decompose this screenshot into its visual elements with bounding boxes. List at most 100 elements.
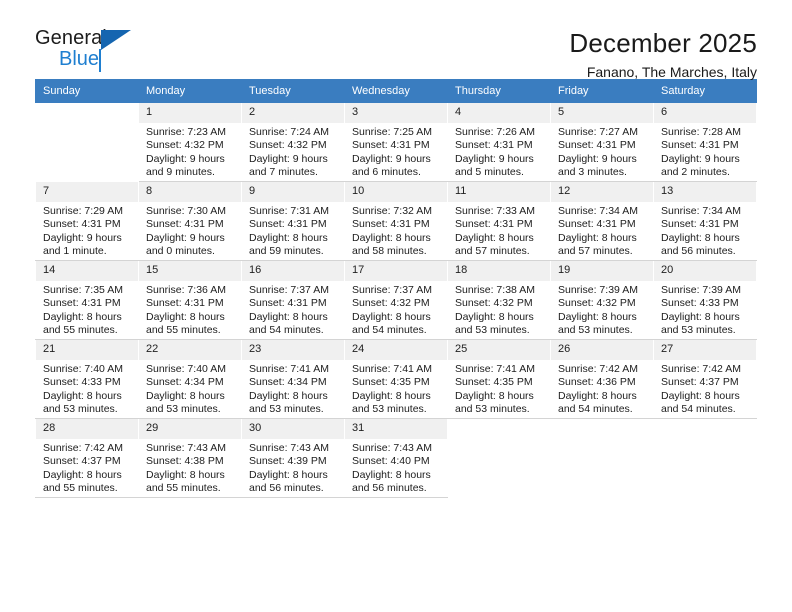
- day-detail-line: Daylight: 9 hours: [43, 231, 122, 244]
- calendar-day-cell[interactable]: 4 Sunrise: 7:26 AM Sunset: 4:31 PM Daylight…: [447, 102, 551, 182]
- day-detail-line: Sunrise: 7:27 AM: [558, 126, 638, 138]
- day-detail-line: and 53 minutes.: [249, 403, 324, 416]
- day-details: Sunrise: 7:33 AM Sunset: 4:31 PM Daylight:…: [448, 202, 550, 259]
- day-detail-line: Daylight: 8 hours: [558, 231, 637, 244]
- day-details: Sunrise: 7:25 AM Sunset: 4:31 PM Daylight:…: [345, 123, 447, 180]
- calendar-day-cell[interactable]: 12 Sunrise: 7:34 AM Sunset: 4:31 PM Dayligh…: [550, 181, 654, 261]
- day-detail-line: Sunset: 4:33 PM: [661, 297, 739, 310]
- day-detail-line: Sunset: 4:31 PM: [146, 218, 224, 231]
- calendar-day-cell[interactable]: 3 Sunrise: 7:25 AM Sunset: 4:31 PM Daylight…: [344, 102, 448, 182]
- day-details: Sunrise: 7:34 AM Sunset: 4:31 PM Daylight:…: [551, 202, 653, 259]
- day-detail-line: Sunrise: 7:39 AM: [661, 284, 741, 296]
- day-detail-line: Sunrise: 7:39 AM: [558, 284, 638, 296]
- calendar-day-cell[interactable]: 22 Sunrise: 7:40 AM Sunset: 4:34 PM Dayligh…: [138, 339, 242, 419]
- day-detail-line: and 2 minutes.: [661, 166, 730, 179]
- calendar-day-cell[interactable]: 16 Sunrise: 7:37 AM Sunset: 4:31 PM Dayligh…: [241, 260, 345, 340]
- calendar-day-cell[interactable]: 20 Sunrise: 7:39 AM Sunset: 4:33 PM Dayligh…: [653, 260, 757, 340]
- calendar-day-cell[interactable]: 29 Sunrise: 7:43 AM Sunset: 4:38 PM Dayligh…: [138, 418, 242, 498]
- calendar-day-cell[interactable]: 19 Sunrise: 7:39 AM Sunset: 4:32 PM Dayligh…: [550, 260, 654, 340]
- day-detail-line: Sunset: 4:36 PM: [558, 376, 636, 389]
- day-detail-line: Sunset: 4:31 PM: [249, 297, 327, 310]
- day-detail-line: and 59 minutes.: [249, 245, 324, 258]
- calendar-day-cell[interactable]: 7 Sunrise: 7:29 AM Sunset: 4:31 PM Daylight…: [35, 181, 139, 261]
- day-number: 7: [36, 182, 138, 202]
- day-detail-line: Daylight: 9 hours: [661, 152, 740, 165]
- calendar-day-cell[interactable]: 10 Sunrise: 7:32 AM Sunset: 4:31 PM Dayligh…: [344, 181, 448, 261]
- calendar-day-cell[interactable]: 26 Sunrise: 7:42 AM Sunset: 4:36 PM Dayligh…: [550, 339, 654, 419]
- day-details: Sunrise: 7:39 AM Sunset: 4:32 PM Daylight:…: [551, 281, 653, 338]
- day-detail-line: Sunset: 4:31 PM: [661, 218, 739, 231]
- day-detail-line: and 53 minutes.: [146, 403, 221, 416]
- calendar-day-cell[interactable]: 31 Sunrise: 7:43 AM Sunset: 4:40 PM Dayligh…: [344, 418, 448, 498]
- day-detail-line: and 55 minutes.: [146, 324, 221, 337]
- calendar-day-cell[interactable]: 14 Sunrise: 7:35 AM Sunset: 4:31 PM Dayligh…: [35, 260, 139, 340]
- calendar-day-cell[interactable]: 24 Sunrise: 7:41 AM Sunset: 4:35 PM Dayligh…: [344, 339, 448, 419]
- general-blue-logo[interactable]: General Blue: [35, 28, 145, 76]
- weekday-header-saturday: Saturday: [653, 79, 757, 103]
- day-detail-line: Daylight: 8 hours: [558, 310, 637, 323]
- day-details: Sunrise: 7:43 AM Sunset: 4:38 PM Daylight:…: [139, 439, 241, 496]
- calendar-day-cell[interactable]: 5 Sunrise: 7:27 AM Sunset: 4:31 PM Daylight…: [550, 102, 654, 182]
- calendar-day-cell[interactable]: 11 Sunrise: 7:33 AM Sunset: 4:31 PM Dayligh…: [447, 181, 551, 261]
- day-detail-line: Daylight: 9 hours: [249, 152, 328, 165]
- day-detail-line: Sunset: 4:32 PM: [146, 139, 224, 152]
- day-detail-line: and 55 minutes.: [43, 482, 118, 495]
- day-details: Sunrise: 7:38 AM Sunset: 4:32 PM Daylight:…: [448, 281, 550, 338]
- calendar-day-cell[interactable]: 30 Sunrise: 7:43 AM Sunset: 4:39 PM Dayligh…: [241, 418, 345, 498]
- calendar-day-cell[interactable]: 6 Sunrise: 7:28 AM Sunset: 4:31 PM Daylight…: [653, 102, 757, 182]
- day-detail-line: Sunrise: 7:33 AM: [455, 205, 535, 217]
- day-detail-line: Sunset: 4:31 PM: [352, 139, 430, 152]
- day-detail-line: Sunrise: 7:42 AM: [558, 363, 638, 375]
- day-detail-line: Daylight: 8 hours: [146, 468, 225, 481]
- day-detail-line: and 55 minutes.: [146, 482, 221, 495]
- calendar-day-cell-empty: [653, 418, 757, 498]
- weekday-headers: Sunday Monday Tuesday Wednesday Thursday Frid…: [35, 79, 757, 103]
- day-details: Sunrise: 7:41 AM Sunset: 4:34 PM Daylight:…: [242, 360, 344, 417]
- calendar-day-cell[interactable]: 17 Sunrise: 7:37 AM Sunset: 4:32 PM Dayligh…: [344, 260, 448, 340]
- day-detail-line: and 54 minutes.: [352, 324, 427, 337]
- calendar-day-cell[interactable]: 23 Sunrise: 7:41 AM Sunset: 4:34 PM Dayligh…: [241, 339, 345, 419]
- calendar-day-cell[interactable]: 21 Sunrise: 7:40 AM Sunset: 4:33 PM Dayligh…: [35, 339, 139, 419]
- day-number: 16: [242, 261, 344, 281]
- day-number: 28: [36, 419, 138, 439]
- day-number: 11: [448, 182, 550, 202]
- day-detail-line: Sunrise: 7:34 AM: [558, 205, 638, 217]
- day-detail-line: Daylight: 8 hours: [249, 468, 328, 481]
- day-detail-line: Daylight: 8 hours: [661, 231, 740, 244]
- day-detail-line: Sunset: 4:38 PM: [146, 455, 224, 468]
- day-number: 6: [654, 103, 756, 123]
- day-number: 31: [345, 419, 447, 439]
- day-detail-line: Daylight: 8 hours: [352, 468, 431, 481]
- calendar-day-cell[interactable]: 2 Sunrise: 7:24 AM Sunset: 4:32 PM Daylight…: [241, 102, 345, 182]
- day-number: 21: [36, 340, 138, 360]
- day-detail-line: Daylight: 9 hours: [558, 152, 637, 165]
- day-detail-line: and 56 minutes.: [352, 482, 427, 495]
- day-detail-line: and 1 minute.: [43, 245, 107, 258]
- day-detail-line: Daylight: 8 hours: [455, 389, 534, 402]
- day-detail-line: Sunrise: 7:42 AM: [661, 363, 741, 375]
- calendar-day-cell[interactable]: 13 Sunrise: 7:34 AM Sunset: 4:31 PM Dayligh…: [653, 181, 757, 261]
- page-header: General Blue December 2025 Fanano, The M…: [35, 0, 757, 80]
- calendar-day-cell[interactable]: 18 Sunrise: 7:38 AM Sunset: 4:32 PM Dayligh…: [447, 260, 551, 340]
- day-detail-line: Daylight: 9 hours: [146, 152, 225, 165]
- day-detail-line: Sunrise: 7:43 AM: [146, 442, 226, 454]
- day-number: 17: [345, 261, 447, 281]
- day-detail-line: Daylight: 9 hours: [352, 152, 431, 165]
- calendar-day-cell[interactable]: 1 Sunrise: 7:23 AM Sunset: 4:32 PM Daylight…: [138, 102, 242, 182]
- day-detail-line: and 53 minutes.: [352, 403, 427, 416]
- day-detail-line: and 0 minutes.: [146, 245, 215, 258]
- weekday-header-tuesday: Tuesday: [241, 79, 345, 103]
- calendar-day-cell[interactable]: 15 Sunrise: 7:36 AM Sunset: 4:31 PM Dayligh…: [138, 260, 242, 340]
- day-detail-line: and 53 minutes.: [43, 403, 118, 416]
- calendar-day-cell[interactable]: 25 Sunrise: 7:41 AM Sunset: 4:35 PM Dayligh…: [447, 339, 551, 419]
- calendar-day-cell[interactable]: 9 Sunrise: 7:31 AM Sunset: 4:31 PM Daylight…: [241, 181, 345, 261]
- day-number: 9: [242, 182, 344, 202]
- day-number: 20: [654, 261, 756, 281]
- calendar-day-cell[interactable]: 27 Sunrise: 7:42 AM Sunset: 4:37 PM Dayligh…: [653, 339, 757, 419]
- calendar-day-cell[interactable]: 28 Sunrise: 7:42 AM Sunset: 4:37 PM Dayligh…: [35, 418, 139, 498]
- day-detail-line: and 53 minutes.: [455, 324, 530, 337]
- calendar-day-cell[interactable]: 8 Sunrise: 7:30 AM Sunset: 4:31 PM Daylight…: [138, 181, 242, 261]
- day-detail-line: Sunrise: 7:31 AM: [249, 205, 329, 217]
- day-number: 14: [36, 261, 138, 281]
- weekday-header-thursday: Thursday: [447, 79, 551, 103]
